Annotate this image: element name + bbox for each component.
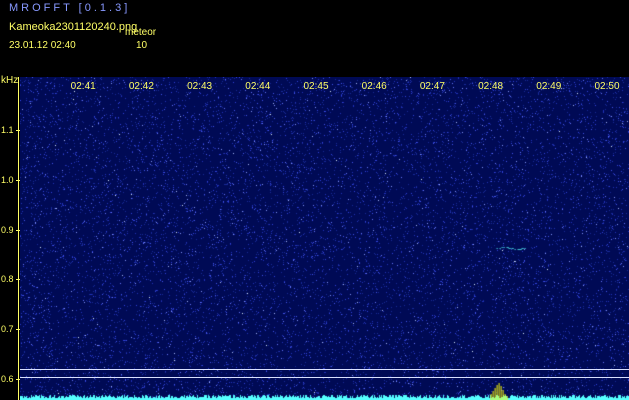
y-tick-mark — [16, 130, 20, 131]
y-tick-mark — [16, 329, 20, 331]
x-tick-label: 02:49 — [536, 81, 562, 92]
x-tick-label: 02:48 — [478, 81, 504, 92]
y-tick-label: 1.0 — [1, 174, 14, 185]
x-tick-label: 02:45 — [303, 81, 329, 92]
left-axis-line — [18, 77, 19, 400]
y-tick-label: 0.9 — [1, 224, 14, 235]
y-tick-label: 0.6 — [1, 374, 14, 384]
y-tick-label: 1.1 — [1, 125, 14, 135]
y-tick-mark — [16, 179, 20, 181]
x-tick-label: 02:42 — [128, 81, 154, 92]
file-name: Kameoka2301120240.png — [9, 21, 138, 33]
y-tick-mark — [16, 379, 20, 380]
reference-line — [20, 369, 629, 371]
x-tick-label: 02:44 — [245, 81, 271, 92]
meteor-label: meteor — [125, 27, 157, 38]
x-tick-label: 02:50 — [594, 81, 620, 92]
y-tick-mark — [16, 279, 20, 281]
reference-line — [20, 376, 629, 378]
x-tick-label: 02:43 — [187, 81, 213, 92]
x-tick-label: 02:47 — [419, 81, 445, 92]
meteor-count: 10 — [136, 40, 148, 51]
app-title: MROFFT [0.1.3] — [9, 2, 131, 14]
timestamp: 23.01.12 02:40 — [9, 40, 76, 51]
spectrogram-canvas — [20, 77, 629, 400]
y-tick-label: 0.8 — [1, 274, 14, 285]
x-tick-label: 02:41 — [70, 81, 96, 92]
spectrogram-plot — [20, 77, 629, 400]
frequency-unit-label: kHz — [1, 75, 19, 86]
y-tick-label: 0.7 — [1, 324, 14, 335]
y-tick-mark — [16, 229, 20, 231]
x-tick-label: 02:46 — [361, 81, 387, 92]
